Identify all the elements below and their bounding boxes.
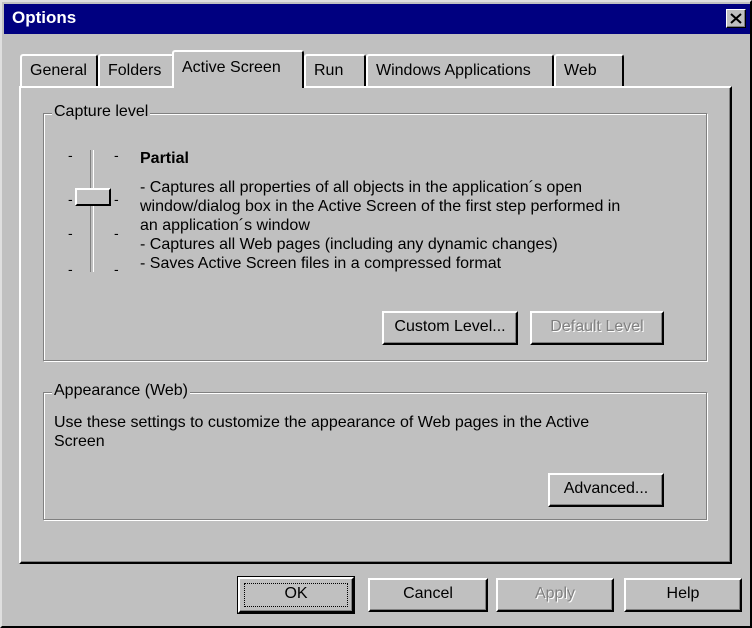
cancel-label: Cancel [403,585,453,602]
capture-level-description: - Captures all properties of all objects… [140,178,620,273]
appearance-description: Use these settings to customize the appe… [54,413,589,451]
custom-level-button[interactable]: Custom Level... [382,311,518,345]
slider-track[interactable] [90,150,94,272]
tab-general[interactable]: General [20,54,98,86]
tab-label: Folders [108,62,162,79]
appearance-group: Appearance (Web) Use these settings to c… [43,382,707,520]
capture-level-label: Capture level [52,103,151,121]
window-title: Options [12,8,77,27]
tab-label: Windows Applications [376,62,531,79]
description-line: - Saves Active Screen files in a compres… [140,255,502,272]
tab-folders[interactable]: Folders [98,54,174,86]
custom-level-label: Custom Level... [394,318,506,335]
active-screen-panel: Capture level - - - - - - - - Partial - … [19,86,732,564]
description-line: Use these settings to customize the appe… [54,414,590,431]
close-button[interactable] [726,9,746,28]
help-button[interactable]: Help [624,578,742,612]
advanced-button[interactable]: Advanced... [548,473,664,507]
slider-tick: - [68,261,73,277]
tab-label: Run [314,62,344,79]
close-icon [730,13,742,24]
description-line: - Captures all properties of all objects… [140,179,583,196]
description-line: window/dialog box in the Active Screen o… [140,198,621,215]
apply-button[interactable]: Apply [496,578,614,612]
tab-windows-applications[interactable]: Windows Applications [366,54,554,86]
ok-button[interactable]: OK [237,576,355,614]
apply-label: Apply [534,585,576,602]
slider-tick: - [68,191,73,207]
slider-tick: - [68,147,73,163]
tab-active-screen[interactable]: Active Screen [172,50,304,88]
cancel-button[interactable]: Cancel [368,578,488,612]
description-line: Screen [54,433,105,450]
default-level-button[interactable]: Default Level [530,311,664,345]
tab-run[interactable]: Run [304,54,366,86]
tab-label: General [30,62,87,79]
default-level-label: Default Level [550,318,644,335]
capture-level-group: Capture level - - - - - - - - Partial - … [43,103,707,361]
description-line: - Captures all Web pages (including any … [140,236,558,253]
slider-tick: - [114,261,119,277]
description-line: an application´s window [140,217,310,234]
tab-label: Active Screen [182,59,281,76]
title-bar[interactable]: Options [4,4,750,34]
focus-rect [244,583,348,607]
tab-label: Web [564,62,597,79]
advanced-label: Advanced... [563,480,649,497]
slider-tick: - [114,147,119,163]
capture-level-name: Partial [140,150,189,167]
slider-tick: - [114,191,119,207]
slider-tick: - [114,225,119,241]
appearance-label: Appearance (Web) [52,382,190,400]
slider-tick: - [68,225,73,241]
help-label: Help [666,585,700,602]
slider-thumb[interactable] [75,188,111,206]
tab-web[interactable]: Web [554,54,624,86]
